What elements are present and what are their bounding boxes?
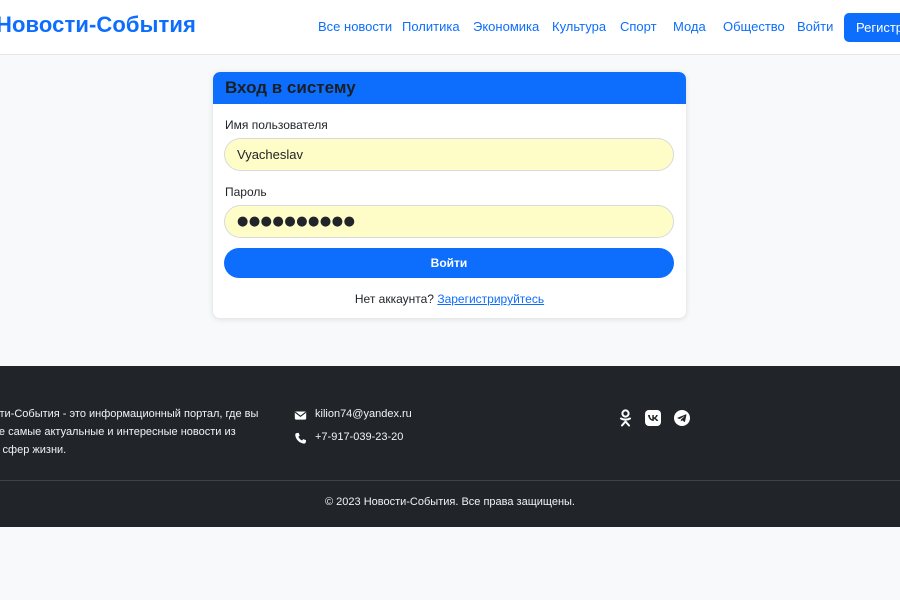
password-label: Пароль xyxy=(225,185,267,199)
login-card: Вход в систему Имя пользователя Пароль В… xyxy=(213,72,686,318)
login-card-header: Вход в систему xyxy=(213,72,686,104)
about-text-line: сти-События - это информационный портал,… xyxy=(0,408,259,420)
nav-society[interactable]: Общество xyxy=(723,19,785,34)
nav-login-link[interactable]: Войти xyxy=(797,19,833,34)
signup-link[interactable]: Зарегистрируйтесь xyxy=(437,292,544,306)
username-input[interactable] xyxy=(224,138,674,171)
login-title: Вход в систему xyxy=(225,78,356,97)
footer-divider xyxy=(0,480,900,481)
no-account-text: Нет аккаунта? xyxy=(354,292,434,306)
password-input[interactable] xyxy=(224,205,674,238)
about-text-line: х сфер жизни. xyxy=(0,444,67,456)
nav-economy[interactable]: Экономика xyxy=(473,19,539,34)
register-button[interactable]: Регистрация xyxy=(844,13,900,42)
envelope-icon xyxy=(294,411,307,420)
nav-fashion[interactable]: Мода xyxy=(673,19,706,34)
nav-sport[interactable]: Спорт xyxy=(620,19,657,34)
nav-politics[interactable]: Политика xyxy=(402,19,460,34)
phone-text[interactable]: +7-917-039-23-20 xyxy=(315,431,403,443)
signup-prompt: Нет аккаунта? Зарегистрируйтесь xyxy=(213,292,686,306)
phone-icon xyxy=(295,432,307,444)
telegram-icon[interactable] xyxy=(674,409,690,427)
vk-icon[interactable] xyxy=(645,409,661,427)
username-label: Имя пользователя xyxy=(225,118,328,132)
brand-logo[interactable]: Новости-События xyxy=(0,12,196,38)
login-submit-button[interactable]: Войти xyxy=(224,248,674,278)
copyright: © 2023 Новости-События. Все права защище… xyxy=(325,496,575,508)
nav-culture[interactable]: Культура xyxy=(552,19,606,34)
nav-all-news[interactable]: Все новости xyxy=(318,19,392,34)
footer: сти-События - это информационный портал,… xyxy=(0,366,900,527)
odnoklassniki-icon[interactable] xyxy=(619,409,632,427)
about-text-line: те самые актуальные и интересные новости… xyxy=(0,426,236,438)
navbar: Новости-События Все новости Политика Эко… xyxy=(0,0,900,55)
email-text[interactable]: kilion74@yandex.ru xyxy=(315,408,412,420)
